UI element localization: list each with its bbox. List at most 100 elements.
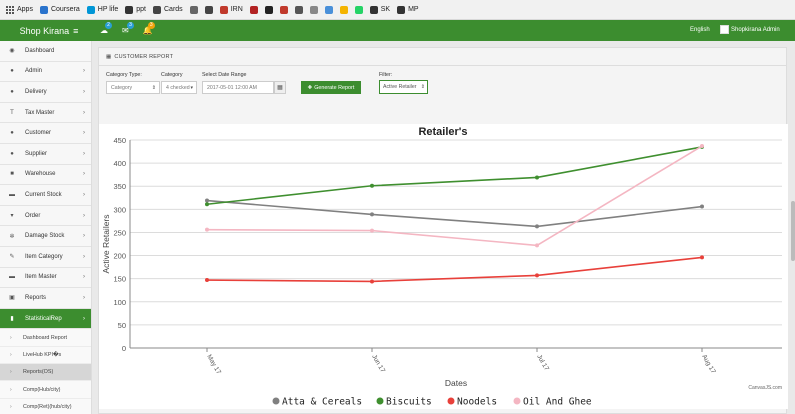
bookmark-15[interactable] <box>354 5 363 14</box>
bookmark-1[interactable]: Coursera <box>39 5 80 14</box>
caret-down-icon: ▾ <box>190 84 193 91</box>
legend-label[interactable]: Biscuits <box>386 397 432 408</box>
chart-credit[interactable]: CanvasJS.com <box>748 385 782 391</box>
y-tick-label: 150 <box>113 275 126 284</box>
bookmark-13[interactable] <box>324 5 333 14</box>
legend-marker[interactable] <box>513 397 521 405</box>
sidebar-item-delivery[interactable]: ● Delivery › <box>0 82 91 103</box>
submenu-item-label: Comp(Ret)(hub/city) <box>23 404 72 411</box>
language-selector[interactable]: English <box>690 27 710 33</box>
bookmark-0[interactable]: Apps <box>6 5 33 14</box>
submenu-item-label: Reports(OS) <box>23 369 54 376</box>
bookmark-icon <box>294 5 303 14</box>
bookmark-icon <box>279 5 288 14</box>
sidebar-item-item-category[interactable]: ✎ Item Category › <box>0 247 91 268</box>
card-header: ▦ CUSTOMER REPORT <box>99 48 786 66</box>
user-menu[interactable]: Shopkirana Admin <box>720 25 780 34</box>
x-tick-label: Aug 17 <box>700 354 717 376</box>
scrollbar-thumb[interactable] <box>791 201 795 261</box>
sidebar-item-supplier[interactable]: ● Supplier › <box>0 144 91 165</box>
bookmark-9[interactable] <box>264 5 273 14</box>
date-range-input[interactable]: 2017-05-01 12:00 AM <box>202 81 274 94</box>
bookmark-12[interactable] <box>309 5 318 14</box>
sidebar-item-current-stock[interactable]: ▬ Current Stock › <box>0 185 91 206</box>
data-point <box>205 202 209 207</box>
legend-label[interactable]: Oil And Ghee <box>523 397 592 408</box>
sidebar-item-dashboard[interactable]: ◉ Dashboard <box>0 41 91 62</box>
submenu-item-2[interactable]: › Reports(OS) <box>0 364 91 382</box>
sidebar-item-order[interactable]: ▾ Order › <box>0 206 91 227</box>
legend-marker[interactable] <box>272 397 280 405</box>
chevron-right-icon: › <box>83 109 85 116</box>
report-card: ▦ CUSTOMER REPORT Category Type: Categor… <box>98 47 788 414</box>
bookmark-17[interactable]: MP <box>397 5 419 14</box>
bookmark-label: Cards <box>164 6 183 13</box>
bookmark-6[interactable] <box>204 5 213 14</box>
submenu-item-3[interactable]: › Comp(Hub/city) <box>0 381 91 399</box>
mail-icon[interactable]: ✉ 3 <box>122 22 134 35</box>
category-multiselect[interactable]: 4 checked ▾ <box>161 81 197 94</box>
drive-icon <box>339 5 348 14</box>
submenu-item-label: Dashboard Report <box>23 334 68 341</box>
top-navbar: Shop Kirana ≡ ☁ 2 ✉ 3 🔔 3 English Shopkirana … <box>0 20 795 41</box>
sidebar-item-damage-stock[interactable]: ✲ Damage Stock › <box>0 226 91 247</box>
user-icon: ● <box>10 130 14 137</box>
brand-name: Shop Kirana <box>19 25 70 36</box>
calendar-button[interactable]: ▦ <box>274 81 286 94</box>
briefcase-icon: ▣ <box>9 295 15 302</box>
bookmark-8[interactable] <box>249 5 258 14</box>
chat-icon[interactable]: ☁ 2 <box>100 22 112 35</box>
submenu-item-1[interactable]: › LiveHub KPI�s <box>0 346 91 365</box>
sidebar-item-item-master[interactable]: ▬ Item Master › <box>0 268 91 289</box>
sidebar-item-warehouse[interactable]: ■ Warehouse › <box>0 165 91 186</box>
bookmark-2[interactable]: HP life <box>86 5 118 14</box>
bookmark-4[interactable]: Cards <box>153 5 183 14</box>
legend-label[interactable]: Atta & Cereals <box>282 397 362 408</box>
legend-marker[interactable] <box>376 397 384 405</box>
legend-label[interactable]: Noodels <box>457 397 497 408</box>
chevron-right-icon: › <box>83 130 85 137</box>
user-icon: ● <box>10 88 14 95</box>
date-range-value: 2017-05-01 12:00 AM <box>207 84 257 91</box>
y-tick-label: 100 <box>113 298 126 307</box>
gear-icon: ✲ <box>9 233 15 240</box>
data-point <box>535 243 539 248</box>
data-point <box>700 144 704 149</box>
bookmark-11[interactable] <box>294 5 303 14</box>
chart-title: Retailer's <box>418 126 467 138</box>
sidebar-item-tax-master[interactable]: T Tax Master › <box>0 103 91 124</box>
sidebar-item-label: Warehouse <box>25 171 56 178</box>
sidebar-item-admin[interactable]: ● Admin › <box>0 62 91 83</box>
apps-grid-icon <box>6 5 14 14</box>
bookmark-16[interactable]: SK <box>369 5 390 14</box>
data-point <box>370 212 374 217</box>
menu-toggle-icon[interactable]: ≡ <box>73 26 78 36</box>
legend-marker[interactable] <box>447 397 455 405</box>
data-point <box>370 279 374 284</box>
chevron-right-icon: › <box>10 404 12 411</box>
bookmark-5[interactable] <box>189 5 198 14</box>
submenu-item-0[interactable]: › Dashboard Report <box>0 329 91 347</box>
bookmark-10[interactable] <box>279 5 288 14</box>
coursera-icon <box>39 5 48 14</box>
chevron-right-icon: › <box>83 233 85 240</box>
bell-icon[interactable]: 🔔 3 <box>143 22 155 35</box>
bookmark-label: Apps <box>17 6 33 13</box>
sidebar-item-customer[interactable]: ● Customer › <box>0 123 91 144</box>
chevron-right-icon: › <box>10 386 12 393</box>
submenu-item-4[interactable]: › Comp(Ret)(hub/city) <box>0 398 91 414</box>
sidebar-item-statisticalrep[interactable]: ▮ StatisticalRep › <box>0 308 91 330</box>
bookmark-7[interactable]: IRN <box>219 5 243 14</box>
chevron-right-icon: › <box>83 274 85 281</box>
sidebar-item-reports[interactable]: ▣ Reports › <box>0 288 91 309</box>
filter-select[interactable]: Active Retailer ⇕ <box>379 80 428 94</box>
main-content: ▦ CUSTOMER REPORT Category Type: Categor… <box>92 41 795 414</box>
hp-icon <box>86 5 95 14</box>
bookmark-3[interactable]: ppt <box>125 5 146 14</box>
category-type-select[interactable]: Category ⇕ <box>106 81 160 94</box>
brand[interactable]: Shop Kirana ≡ <box>0 20 98 41</box>
bar-chart-icon: ▮ <box>10 316 14 323</box>
generate-report-button[interactable]: ✚ Generate Report <box>301 81 361 94</box>
chevron-right-icon: › <box>83 171 85 178</box>
bookmark-14[interactable] <box>339 5 348 14</box>
